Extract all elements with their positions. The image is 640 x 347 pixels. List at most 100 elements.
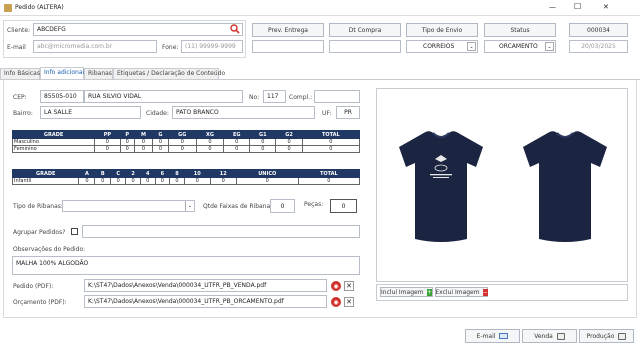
bairro-field[interactable]: LA SALLE bbox=[40, 106, 141, 119]
printer-icon bbox=[618, 332, 627, 340]
grid-cell[interactable]: 0 bbox=[249, 138, 277, 146]
grid-header: M bbox=[133, 130, 154, 139]
street-field[interactable]: RUA SILVIO VIDAL bbox=[84, 90, 243, 103]
search-icon[interactable] bbox=[230, 24, 240, 34]
status-button[interactable]: Status bbox=[484, 23, 556, 37]
orcamento-pdf-field[interactable]: K:\ST47\Dados\Anexos\Venda\000034_UTFR_P… bbox=[84, 295, 327, 308]
grid-cell[interactable]: 0 bbox=[154, 177, 171, 185]
cep-field[interactable]: 85505-010 bbox=[40, 90, 84, 103]
grid-cell[interactable]: 0 bbox=[78, 177, 96, 185]
compl-field[interactable] bbox=[314, 90, 360, 103]
grid-header: TOTAL bbox=[301, 130, 361, 139]
orcamento-pdf-label: Orçamento (PDF): bbox=[13, 299, 67, 306]
qtde-faixas-field[interactable]: 0 bbox=[270, 199, 295, 213]
client-input[interactable]: ABCDEFG bbox=[33, 23, 243, 36]
grid-header: B bbox=[94, 169, 112, 178]
grid-cell[interactable]: 0 bbox=[275, 138, 303, 146]
grid-cell[interactable]: 0 bbox=[297, 177, 361, 185]
grid-cell[interactable]: 0 bbox=[152, 138, 169, 146]
grid-cell[interactable]: 0 bbox=[139, 177, 156, 185]
grid-cell[interactable]: 0 bbox=[195, 138, 225, 146]
table-row: Masculino 0 0 0 0 0 0 0 0 0 0 bbox=[11, 138, 361, 146]
grid-cell[interactable]: 0 bbox=[249, 145, 277, 153]
status-value: ORCAMENTO bbox=[499, 43, 538, 50]
cidade-label: Cidade: bbox=[146, 110, 169, 117]
agrupar-field[interactable] bbox=[82, 225, 360, 238]
grid-cell[interactable]: 0 bbox=[167, 145, 197, 153]
table-row: Infantil 0 0 0 0 0 0 0 0 0 0 0 bbox=[11, 177, 361, 185]
grid-cell[interactable]: 0 bbox=[167, 138, 197, 146]
grid-cell[interactable]: 0 bbox=[133, 138, 154, 146]
grid-cell[interactable]: 0 bbox=[223, 145, 251, 153]
grid-cell[interactable]: 0 bbox=[119, 138, 135, 146]
agrupar-label: Agrupar Pedidos? bbox=[13, 229, 66, 236]
product-image-panel bbox=[376, 88, 628, 282]
minimize-button[interactable]: — bbox=[549, 3, 556, 11]
minus-icon: − bbox=[482, 288, 488, 296]
dt-compra-field[interactable] bbox=[329, 40, 401, 53]
no-label: No: bbox=[249, 94, 260, 101]
grid-cell[interactable]: 0 bbox=[133, 145, 154, 153]
tab-ribanas[interactable]: Ribanas bbox=[84, 68, 113, 79]
include-image-button[interactable]: Incluí Imagem + bbox=[380, 287, 433, 297]
uf-label: UF: bbox=[322, 110, 332, 117]
grid-cell[interactable]: 0 bbox=[125, 177, 141, 185]
email-button[interactable]: E-mail bbox=[465, 329, 520, 343]
tab-info-basicas[interactable]: Info Básicas bbox=[0, 68, 40, 79]
status-select[interactable]: ORCAMENTO ⌄ bbox=[484, 40, 556, 53]
grid-cell[interactable]: 0 bbox=[152, 145, 169, 153]
grid-cell[interactable]: 0 bbox=[94, 138, 121, 146]
close-button[interactable]: ✕ bbox=[603, 3, 609, 11]
uf-field[interactable]: PR bbox=[336, 106, 360, 119]
prev-entrega-button[interactable]: Prev. Entrega bbox=[252, 23, 324, 37]
tipo-envio-select[interactable]: CORREIOS ⌄ bbox=[406, 40, 478, 53]
grid-header: 2 bbox=[125, 169, 141, 178]
pedido-pdf-open-icon[interactable]: ◉ bbox=[331, 281, 341, 291]
maximize-button[interactable]: ☐ bbox=[574, 2, 581, 11]
grid-cell[interactable]: 0 bbox=[195, 145, 225, 153]
cep-label: CEP: bbox=[13, 94, 27, 101]
bairro-label: Bairro: bbox=[13, 110, 33, 117]
phone-field[interactable]: (11) 99999-9999 bbox=[181, 40, 243, 53]
venda-button[interactable]: Venda bbox=[522, 329, 577, 343]
tab-etiquetas[interactable]: Etiquetas / Declaração de Conteúdo bbox=[113, 68, 225, 79]
agrupar-checkbox[interactable] bbox=[71, 228, 78, 235]
grid-cell[interactable]: 0 bbox=[110, 177, 127, 185]
producao-button[interactable]: Produção bbox=[579, 329, 634, 343]
tipo-ribanas-select[interactable] bbox=[62, 200, 195, 212]
exclude-image-button[interactable]: Exclui Imagem − bbox=[435, 287, 488, 297]
tab-info-adicionais[interactable]: Info adicionais bbox=[40, 67, 87, 79]
pecas-field[interactable]: 0 bbox=[330, 199, 357, 213]
grid-cell[interactable]: 0 bbox=[275, 145, 303, 153]
tipo-envio-button[interactable]: Tipo de Envio bbox=[406, 23, 478, 37]
pedido-pdf-field[interactable]: K:\ST47\Dados\Anexos\Venda\000034_UTFR_P… bbox=[84, 279, 327, 292]
grid-header: 4 bbox=[139, 169, 156, 178]
grid-cell[interactable]: 0 bbox=[301, 145, 361, 153]
email-field[interactable]: abc@micromedia.com.br bbox=[33, 40, 157, 53]
printer-icon bbox=[556, 332, 565, 340]
grid-cell[interactable]: 0 bbox=[223, 138, 251, 146]
grid-header: GG bbox=[167, 130, 197, 139]
cidade-field[interactable]: PATO BRANCO bbox=[172, 106, 315, 119]
order-date: 20/03/2025 bbox=[569, 40, 628, 53]
prev-entrega-field[interactable] bbox=[252, 40, 324, 53]
chevron-down-icon: ⌄ bbox=[545, 42, 554, 51]
chevron-down-icon: ⌄ bbox=[467, 42, 476, 51]
orcamento-pdf-clear-icon[interactable]: ✕ bbox=[344, 297, 354, 307]
grid-cell[interactable]: 0 bbox=[169, 177, 185, 185]
obs-field[interactable]: MALHA 100% ALGODÃO bbox=[12, 256, 360, 275]
title-bar: Pedido (ALTERA) — ☐ ✕ bbox=[0, 0, 640, 16]
grid-cell[interactable]: 0 bbox=[301, 138, 361, 146]
dt-compra-button[interactable]: Dt Compra bbox=[329, 23, 401, 37]
orcamento-pdf-open-icon[interactable]: ◉ bbox=[331, 297, 341, 307]
number-field[interactable]: 117 bbox=[263, 90, 286, 103]
grid-cell[interactable]: 0 bbox=[94, 177, 112, 185]
grid-cell[interactable]: 0 bbox=[235, 177, 299, 185]
pedido-pdf-clear-icon[interactable]: ✕ bbox=[344, 281, 354, 291]
grid-cell[interactable]: 0 bbox=[209, 177, 237, 185]
tipo-ribanas-label: Tipo de Ribanas: bbox=[13, 203, 63, 210]
chevron-down-icon[interactable]: ⌄ bbox=[185, 201, 194, 211]
grid-cell[interactable]: 0 bbox=[119, 145, 135, 153]
grid-cell[interactable]: 0 bbox=[183, 177, 211, 185]
grid-cell[interactable]: 0 bbox=[94, 145, 121, 153]
